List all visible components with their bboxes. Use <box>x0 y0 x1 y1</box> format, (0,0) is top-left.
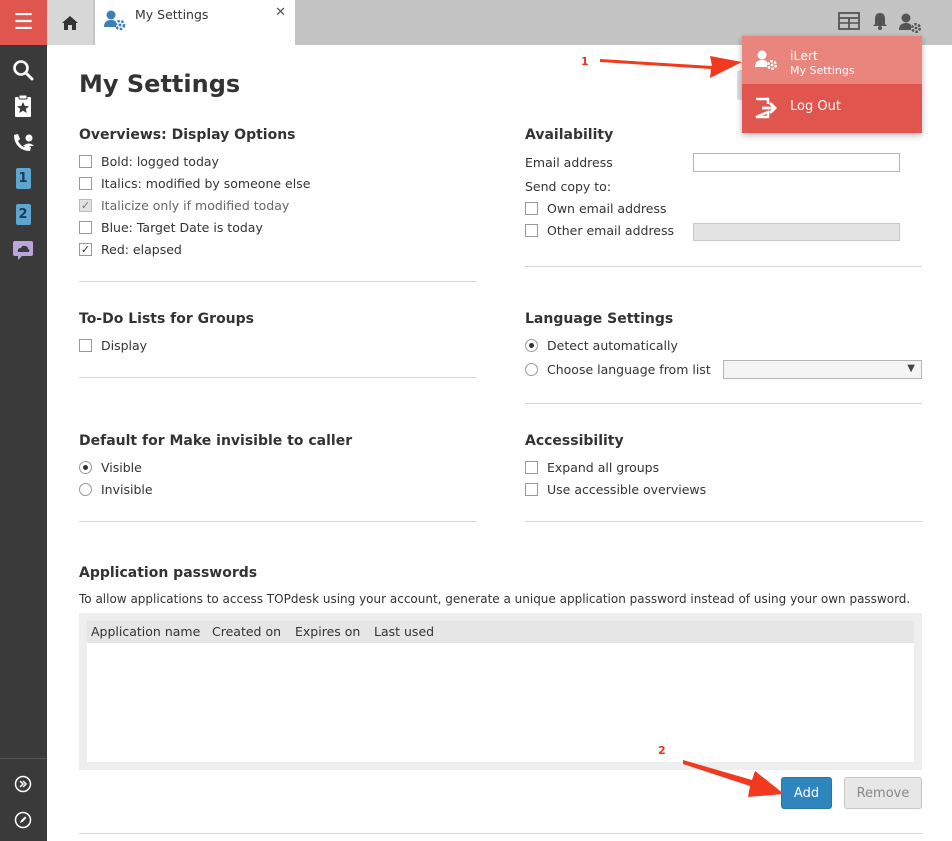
checkbox[interactable] <box>79 154 92 168</box>
table-header: Application name Created on Expires on L… <box>87 621 914 643</box>
page-title: My Settings <box>79 70 241 98</box>
home-icon[interactable] <box>47 0 93 45</box>
annotation-number: 2 <box>658 744 666 757</box>
knowledge-cloud-icon[interactable] <box>11 238 35 262</box>
send-copy-label: Send copy to: <box>525 179 612 194</box>
checkbox[interactable] <box>79 220 92 234</box>
availability-title: Availability <box>525 127 614 143</box>
user-settings-icon <box>103 8 127 35</box>
layout-icon[interactable] <box>838 12 860 33</box>
accessibility-title: Accessibility <box>525 433 624 449</box>
invisible-title: Default for Make invisible to caller <box>79 433 353 449</box>
first-line-badge-icon[interactable]: 1 <box>11 166 35 190</box>
option-todo-display[interactable]: Display <box>79 336 147 354</box>
option-choose-language[interactable]: Choose language from list <box>525 360 711 378</box>
logout-label: Log Out <box>790 99 841 114</box>
close-icon[interactable]: ✕ <box>275 5 286 20</box>
add-button[interactable]: Add <box>781 777 832 809</box>
user-settings-icon <box>754 49 778 74</box>
option-own-email[interactable]: Own email address <box>525 199 667 217</box>
option-detect-automatically[interactable]: Detect automatically <box>525 336 678 354</box>
second-line-badge-icon[interactable]: 2 <box>11 202 35 226</box>
option-red-elapsed[interactable]: ✓ Red: elapsed <box>79 240 182 258</box>
column-header[interactable]: Application name <box>91 624 200 639</box>
user-settings-icon[interactable] <box>898 12 922 37</box>
logout-icon <box>754 97 778 122</box>
expand-icon[interactable] <box>11 772 35 796</box>
annotation-arrow-1 <box>600 56 742 78</box>
option-other-email[interactable]: Other email address <box>525 221 674 239</box>
left-sidebar: ☰ 1 2 <box>0 0 47 841</box>
app-passwords-title: Application passwords <box>79 565 258 581</box>
section-divider <box>79 833 922 834</box>
edit-icon[interactable] <box>11 808 35 832</box>
radio-selected[interactable] <box>525 338 538 352</box>
checkbox[interactable] <box>79 176 92 190</box>
tab-label: My Settings <box>135 7 209 22</box>
option-blue-target-date[interactable]: Blue: Target Date is today <box>79 218 263 236</box>
language-select[interactable]: ▼ <box>723 360 922 379</box>
checkbox[interactable] <box>525 460 538 474</box>
option-bold-logged-today[interactable]: Bold: logged today <box>79 152 219 170</box>
language-title: Language Settings <box>525 311 674 327</box>
app-passwords-description: To allow applications to access TOPdesk … <box>79 592 911 606</box>
hamburger-icon[interactable]: ☰ <box>0 0 47 45</box>
search-icon[interactable] <box>11 58 35 82</box>
section-divider <box>525 403 922 404</box>
option-visible[interactable]: Visible <box>79 458 142 476</box>
checkbox[interactable] <box>525 201 538 215</box>
starred-clipboard-icon[interactable] <box>11 94 35 118</box>
section-divider <box>79 521 476 522</box>
app-passwords-panel: Application name Created on Expires on L… <box>79 613 922 770</box>
section-divider <box>525 266 922 267</box>
section-divider <box>79 281 476 282</box>
checkbox-checked-disabled: ✓ <box>79 198 92 212</box>
radio[interactable] <box>525 362 538 376</box>
operator-call-icon[interactable] <box>11 131 35 155</box>
checkbox[interactable] <box>525 223 538 237</box>
menu-item-logout[interactable]: Log Out <box>742 84 922 133</box>
option-expand-groups[interactable]: Expand all groups <box>525 458 659 476</box>
option-accessible-overviews[interactable]: Use accessible overviews <box>525 480 706 498</box>
column-header[interactable]: Created on <box>212 624 281 639</box>
user-menu-dropdown: iLert My Settings Log Out <box>742 36 922 133</box>
checkbox[interactable] <box>525 482 538 496</box>
email-address-label: Email address <box>525 155 613 170</box>
column-header[interactable]: Last used <box>374 624 434 639</box>
checkbox[interactable] <box>79 338 92 352</box>
section-divider <box>525 521 922 522</box>
radio[interactable] <box>79 482 92 496</box>
email-field[interactable] <box>693 153 900 172</box>
option-invisible[interactable]: Invisible <box>79 480 153 498</box>
option-italicize-modified-today: ✓ Italicize only if modified today <box>79 197 290 213</box>
bell-icon[interactable] <box>872 12 888 33</box>
annotation-number: 1 <box>581 55 589 68</box>
tab-my-settings[interactable]: My Settings ✕ <box>95 0 295 46</box>
overviews-title: Overviews: Display Options <box>79 127 296 143</box>
app-passwords-table: Application name Created on Expires on L… <box>87 621 914 762</box>
checkbox-checked[interactable]: ✓ <box>79 242 92 256</box>
radio-selected[interactable] <box>79 460 92 474</box>
remove-button: Remove <box>844 777 922 809</box>
chevron-down-icon: ▼ <box>907 363 915 374</box>
column-header[interactable]: Expires on <box>295 624 360 639</box>
todo-title: To-Do Lists for Groups <box>79 311 255 327</box>
menu-item-my-settings[interactable]: iLert My Settings <box>742 36 922 84</box>
sidebar-divider <box>0 758 47 759</box>
option-italics-modified[interactable]: Italics: modified by someone else <box>79 174 310 192</box>
user-menu-subtitle: My Settings <box>790 64 855 77</box>
user-name: iLert <box>790 48 818 63</box>
section-divider <box>79 377 476 378</box>
other-email-field <box>693 223 900 241</box>
